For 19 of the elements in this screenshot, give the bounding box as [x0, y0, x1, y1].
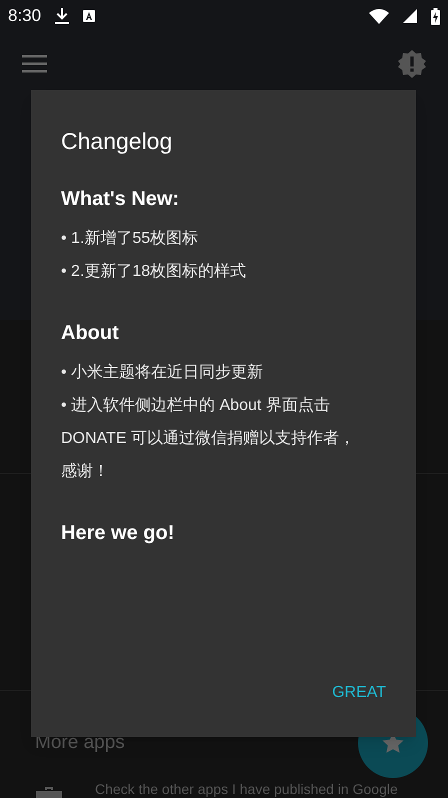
alert-badge-icon[interactable]: [398, 50, 426, 78]
changelog-entry: • 进入软件侧边栏中的 About 界面点击 DONATE 可以通过微信捐赠以支持作者，感谢！: [61, 396, 356, 482]
wifi-icon: [369, 8, 389, 24]
great-button[interactable]: GREAT: [324, 675, 394, 711]
section-heading: What's New:: [61, 186, 180, 212]
menu-icon[interactable]: [22, 55, 47, 73]
changelog-entry: • 1.新增了55枚图标: [61, 228, 200, 248]
section-heading: Here we go!: [61, 520, 176, 546]
item-description: Check the other apps I have published in Google: [95, 781, 398, 797]
changelog-entry: • 2.更新了18枚图标的样式: [61, 262, 248, 282]
briefcase-icon: [36, 787, 62, 798]
section-heading: About: [61, 320, 120, 346]
changelog-entry: • 小米主题将在近日同步更新: [61, 362, 264, 382]
download-icon: [55, 8, 70, 24]
status-time: 8:30: [8, 5, 42, 28]
battery-icon: [431, 8, 440, 24]
dialog-title: Changelog: [61, 127, 174, 156]
font-box-icon: [83, 10, 96, 22]
signal-icon: [403, 9, 417, 23]
